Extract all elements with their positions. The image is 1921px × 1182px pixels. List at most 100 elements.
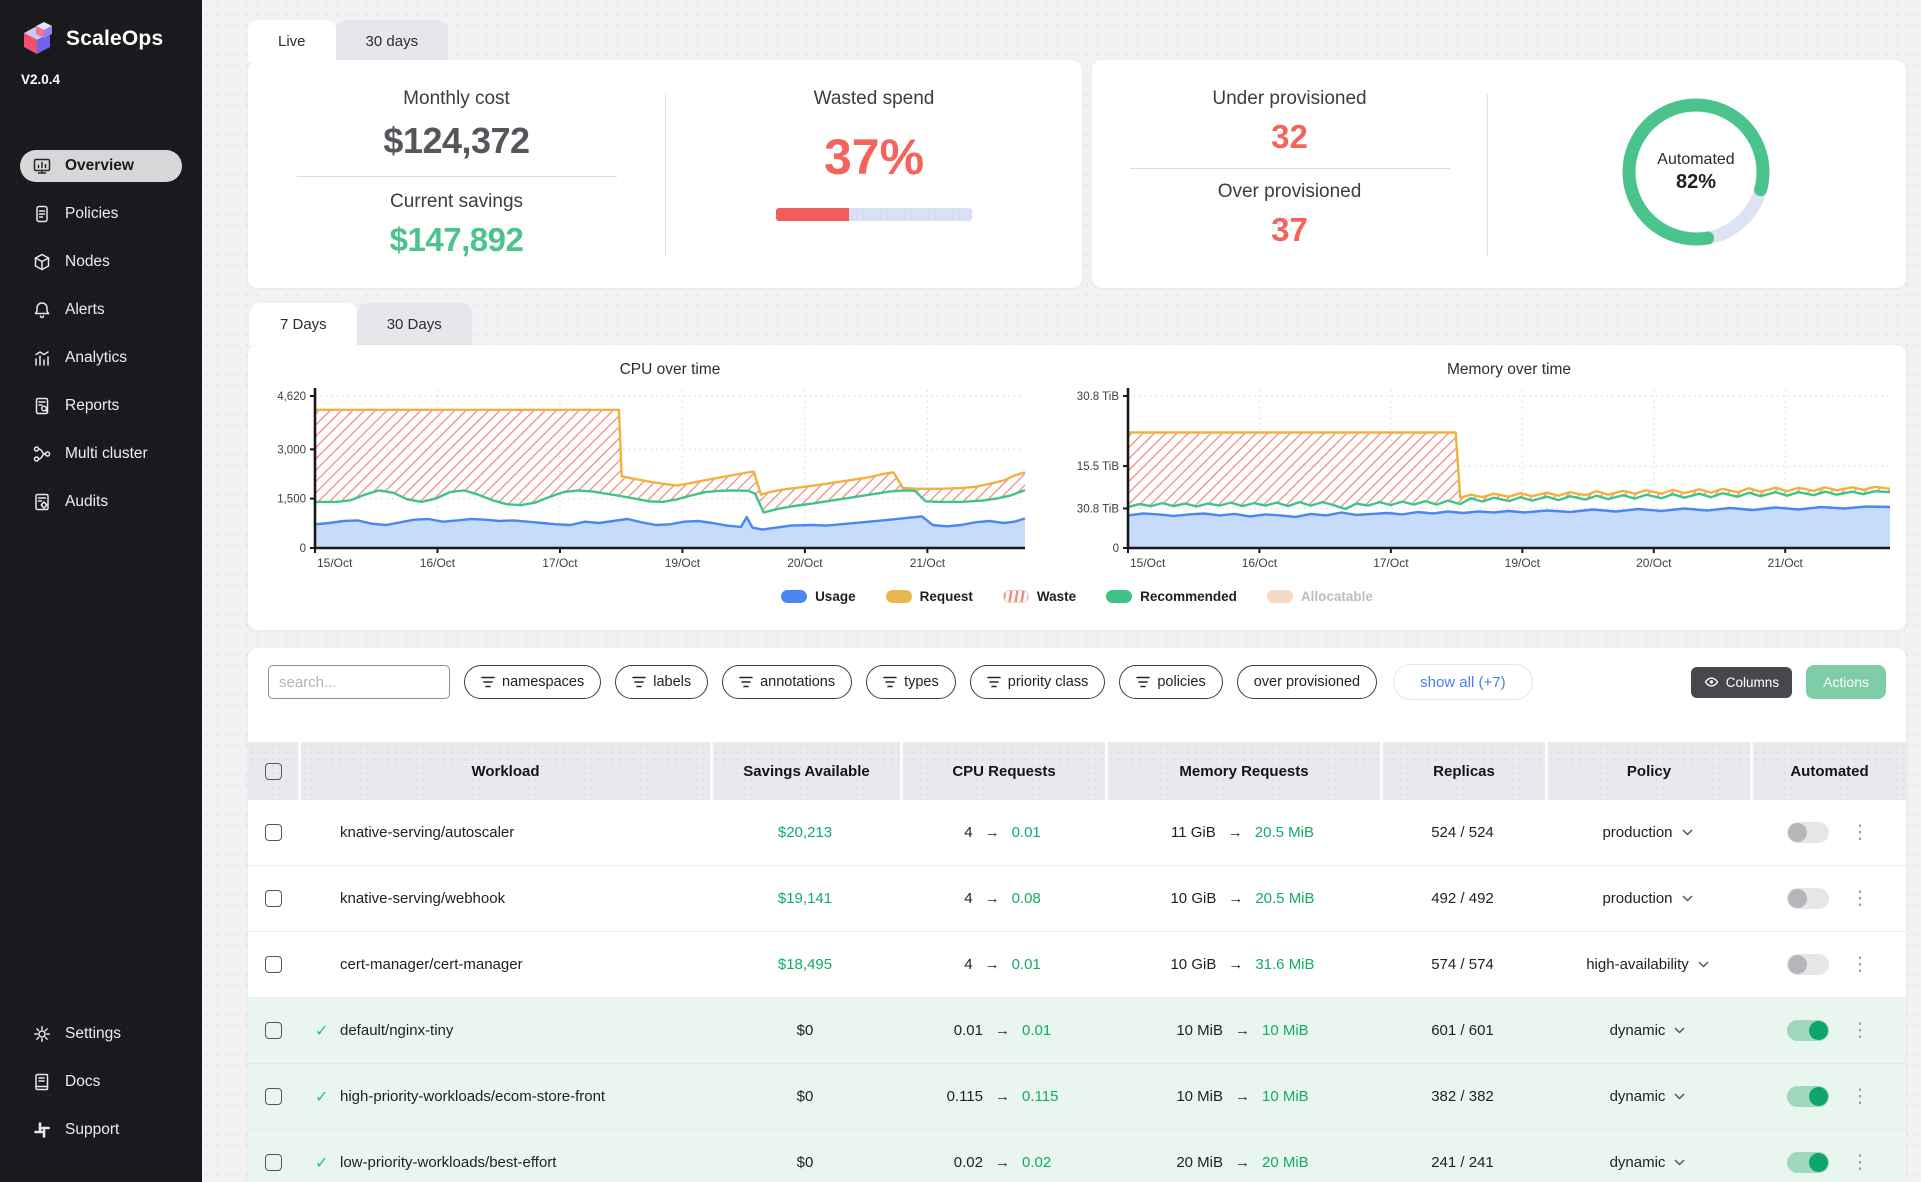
under-provisioned-value: 32 [1271,118,1308,156]
memory-current: 10 GiB [1170,890,1216,907]
policy-dropdown[interactable]: high-availability [1586,956,1709,973]
replicas-value: 241 / 241 [1431,1154,1494,1171]
memory-recommended: 20.5 MiB [1255,824,1314,841]
summary-tab-30-days[interactable]: 30 days [336,20,449,62]
sidebar-item-docs[interactable]: Docs [20,1066,182,1098]
table-row[interactable]: ✓low-priority-workloads/best-effort$00.0… [248,1130,1906,1182]
policy-dropdown[interactable]: dynamic [1610,1088,1686,1105]
replicas-value: 382 / 382 [1431,1088,1494,1105]
sidebar-item-policies[interactable]: Policies [20,198,182,230]
policy-value: dynamic [1610,1022,1666,1039]
svg-text:21/Oct: 21/Oct [910,556,946,570]
sidebar-item-overview[interactable]: Overview [20,150,182,182]
filter-pill-annotations[interactable]: annotations [722,665,852,699]
app-title: ScaleOps [66,27,163,51]
sidebar: ScaleOps V2.0.4 OverviewPoliciesNodesAle… [0,0,202,1182]
filter-pill-types[interactable]: types [866,665,956,699]
automated-toggle[interactable] [1787,822,1829,843]
automated-label: Automated [1657,151,1734,169]
kebab-menu-icon[interactable]: ⋮ [1851,889,1870,908]
sidebar-nav: Overview Policies Nodes Alerts Analytics Repo… [0,150,202,534]
policies-icon [32,204,52,224]
columns-button[interactable]: Columns [1691,667,1792,698]
chevron-down-icon [1682,895,1693,902]
row-checkbox[interactable] [265,1022,282,1039]
row-checkbox[interactable] [265,890,282,907]
policy-dropdown[interactable]: production [1602,824,1692,841]
policy-dropdown[interactable]: dynamic [1610,1022,1686,1039]
svg-text:16/Oct: 16/Oct [420,556,456,570]
sidebar-item-analytics[interactable]: Analytics [20,342,182,374]
filter-pill-over-provisioned[interactable]: over provisioned [1237,665,1377,699]
cpu-requests-cell: 0.02→0.02 [900,1154,1105,1171]
filter-pill-policies[interactable]: policies [1119,665,1222,699]
sidebar-item-settings[interactable]: Settings [20,1018,182,1050]
automated-toggle[interactable] [1787,888,1829,909]
filter-icon [987,676,1001,688]
kebab-menu-icon[interactable]: ⋮ [1851,1021,1870,1040]
kebab-menu-icon[interactable]: ⋮ [1851,1153,1870,1172]
policy-value: dynamic [1610,1088,1666,1105]
svg-text:0: 0 [300,543,306,555]
charts-tab-30-days[interactable]: 30 Days [357,303,472,345]
search-input[interactable] [268,665,450,699]
column-header-policy[interactable]: Policy [1545,742,1750,800]
row-checkbox[interactable] [265,956,282,973]
savings-value: $20,213 [778,824,832,841]
row-checkbox[interactable] [265,824,282,841]
legend-item-waste[interactable]: Waste [1003,589,1076,604]
chevron-down-icon [1674,1027,1685,1034]
legend-item-request[interactable]: Request [886,589,973,604]
charts-tab-7-days[interactable]: 7 Days [250,303,357,345]
column-header-savings-available[interactable]: Savings Available [710,742,900,800]
automated-toggle[interactable] [1787,954,1829,975]
memory-current: 20 MiB [1176,1154,1223,1171]
automated-toggle[interactable] [1787,1086,1829,1107]
table-row[interactable]: ✓high-priority-workloads/ecom-store-fron… [248,1064,1906,1130]
policy-dropdown[interactable]: production [1602,890,1692,907]
automated-toggle[interactable] [1787,1020,1829,1041]
kebab-menu-icon[interactable]: ⋮ [1851,955,1870,974]
actions-button[interactable]: Actions [1806,665,1886,699]
replicas-cell: 524 / 524 [1380,824,1545,841]
select-all-checkbox[interactable] [265,763,282,780]
sidebar-item-nodes[interactable]: Nodes [20,246,182,278]
sidebar-item-audits[interactable]: Audits [20,486,182,518]
sidebar-item-multi-cluster[interactable]: Multi cluster [20,438,182,470]
memory-requests-cell: 10 GiB→20.5 MiB [1105,890,1380,907]
column-header-workload[interactable]: Workload [298,742,710,800]
column-header-cpu-requests[interactable]: CPU Requests [900,742,1105,800]
filter-pill-label: namespaces [502,674,584,690]
filter-pill-labels[interactable]: labels [615,665,708,699]
column-header-replicas[interactable]: Replicas [1380,742,1545,800]
svg-text:19/Oct: 19/Oct [1505,556,1541,570]
table-row[interactable]: ✓default/nginx-tiny$00.01→0.0110 MiB→10 … [248,998,1906,1064]
sidebar-item-alerts[interactable]: Alerts [20,294,182,326]
automated-check-icon: ✓ [315,1153,328,1173]
sidebar-item-reports[interactable]: Reports [20,390,182,422]
legend-item-recommended[interactable]: Recommended [1106,589,1237,604]
legend-item-usage[interactable]: Usage [781,589,856,604]
legend-item-allocatable[interactable]: Allocatable [1267,589,1373,604]
sidebar-item-support[interactable]: Support [20,1114,182,1146]
show-all-filters-button[interactable]: show all (+7) [1393,664,1532,700]
column-header-automated[interactable]: Automated [1750,742,1906,800]
svg-text:4,620: 4,620 [277,391,306,403]
divider [1130,168,1450,169]
policy-value: high-availability [1586,956,1689,973]
summary-tab-live[interactable]: Live [248,20,336,62]
column-header-memory-requests[interactable]: Memory Requests [1105,742,1380,800]
kebab-menu-icon[interactable]: ⋮ [1851,823,1870,842]
row-checkbox[interactable] [265,1088,282,1105]
filter-pill-priority-class[interactable]: priority class [970,665,1106,699]
row-checkbox[interactable] [265,1154,282,1171]
table-row[interactable]: cert-manager/cert-manager$18,4954→0.0110… [248,932,1906,998]
table-row[interactable]: knative-serving/autoscaler$20,2134→0.011… [248,800,1906,866]
filter-pill-namespaces[interactable]: namespaces [464,665,601,699]
cpu-recommended: 0.115 [1022,1088,1058,1105]
filter-icon [1136,676,1150,688]
kebab-menu-icon[interactable]: ⋮ [1851,1087,1870,1106]
automated-toggle[interactable] [1787,1152,1829,1173]
table-row[interactable]: knative-serving/webhook$19,1414→0.0810 G… [248,866,1906,932]
policy-dropdown[interactable]: dynamic [1610,1154,1686,1171]
